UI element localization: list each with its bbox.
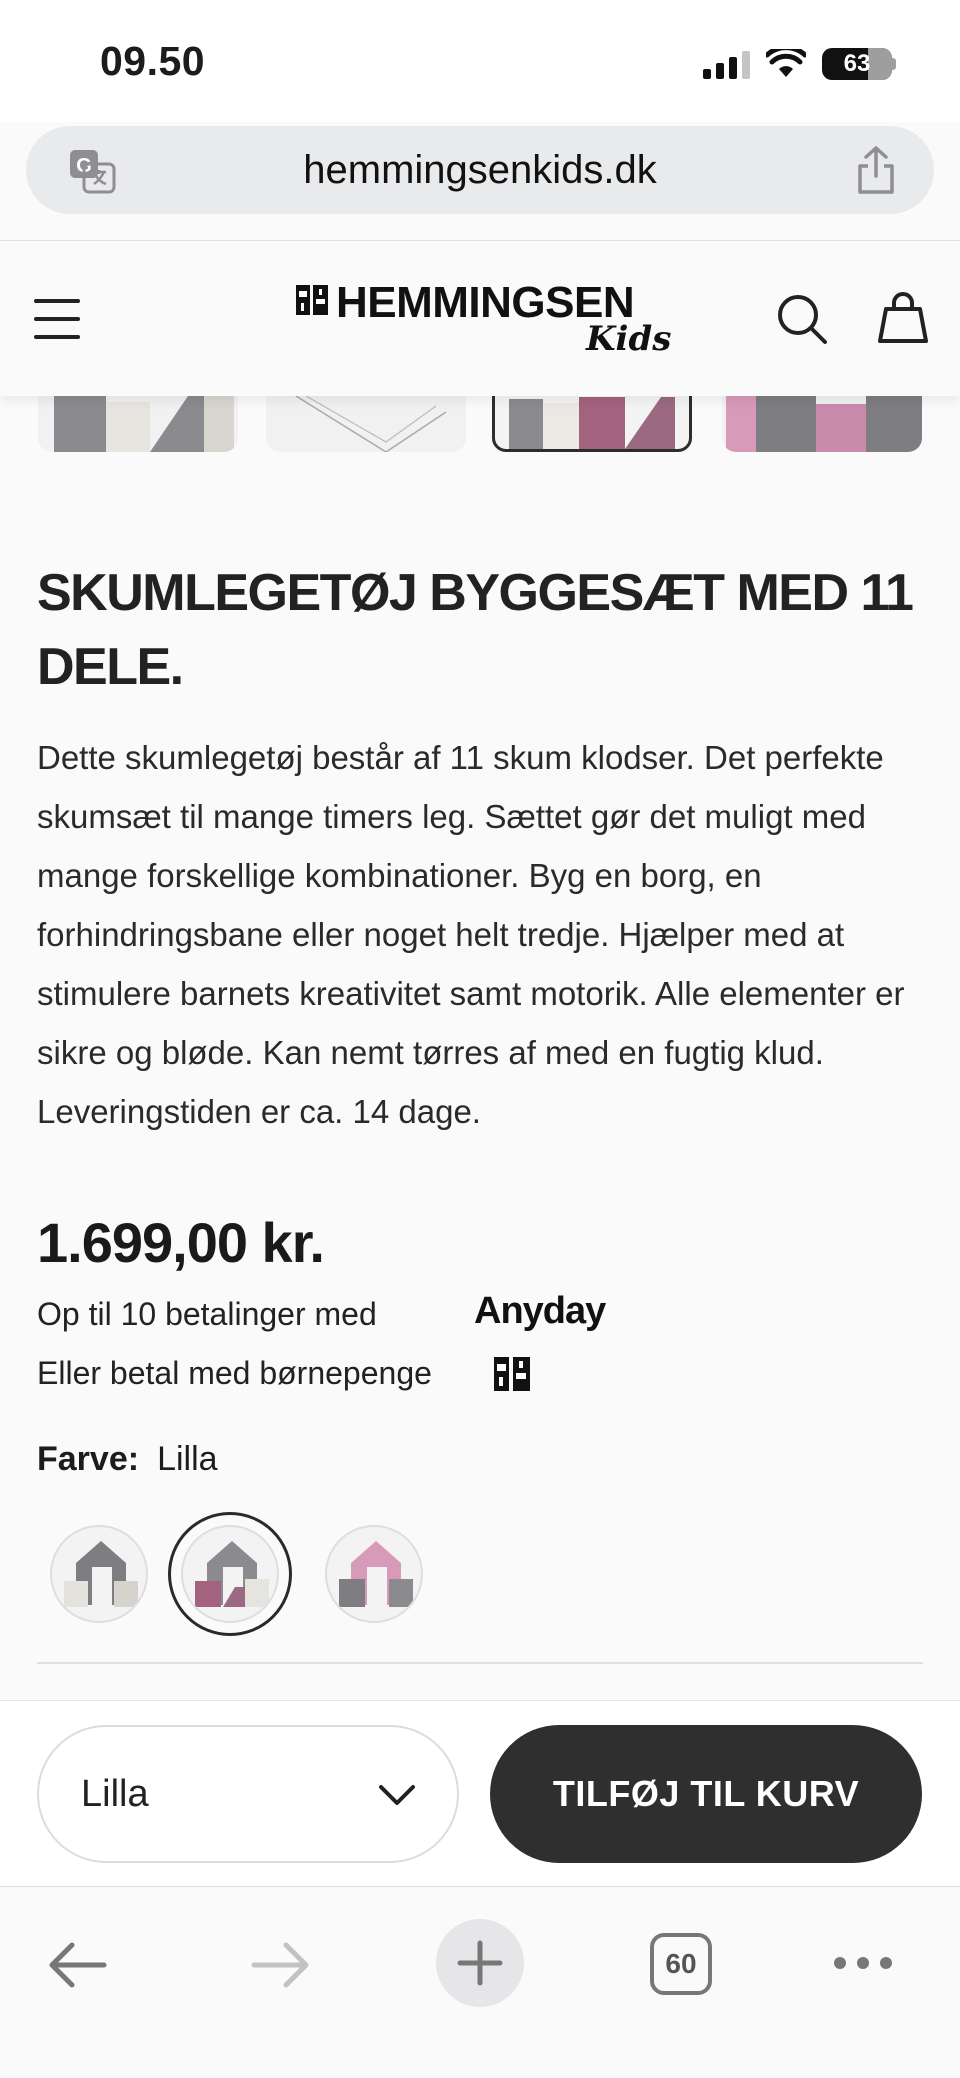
browser-toolbar: 60 [0, 1886, 960, 2078]
site-header: HEMMINGSEN Kids [0, 240, 960, 396]
plus-icon [457, 1940, 503, 1986]
product-title: SKUMLEGETØJ BYGGESÆT MED 11 DELE. [37, 564, 914, 696]
new-tab-button[interactable] [436, 1919, 524, 2007]
color-swatch-pink[interactable] [312, 1512, 436, 1636]
child-benefit-logo-icon [494, 1357, 530, 1391]
translate-icon[interactable]: G [68, 148, 116, 194]
tabs-button[interactable]: 60 [650, 1933, 712, 1995]
thumbnail-1[interactable] [38, 396, 238, 452]
share-icon[interactable] [852, 144, 900, 196]
thumbnail-2[interactable] [266, 396, 466, 452]
color-swatch-grey[interactable] [37, 1512, 161, 1636]
battery-icon: 63 [822, 48, 892, 80]
installments-text: Op til 10 betalinger med [37, 1296, 377, 1332]
sticky-buy-bar: Lilla TILFØJ TIL KURV [0, 1700, 960, 1886]
more-icon[interactable] [834, 1953, 892, 1973]
battery-level: 63 [843, 50, 871, 77]
chevron-down-icon [379, 1785, 415, 1805]
variant-select-value: Lilla [81, 1772, 149, 1815]
cellular-signal-icon [703, 49, 750, 79]
site-logo[interactable]: HEMMINGSEN Kids [296, 281, 676, 361]
back-arrow-icon[interactable] [46, 1939, 110, 1991]
cart-bag-icon[interactable] [876, 289, 930, 345]
color-value: Lilla [157, 1440, 218, 1478]
product-price: 1.699,00 kr. [37, 1211, 325, 1274]
url-text: hemmingsenkids.dk [303, 147, 657, 192]
divider [37, 1662, 923, 1664]
wifi-icon [766, 49, 806, 77]
search-icon[interactable] [776, 293, 828, 345]
thumbnail-3[interactable] [492, 396, 692, 452]
status-bar: 09.50 63 [0, 0, 960, 122]
forward-arrow-icon[interactable] [248, 1939, 312, 1991]
product-description: Dette skumlegetøj består af 11 skum klod… [37, 739, 905, 1130]
logo-subtitle: Kids [586, 319, 672, 359]
color-option-row: Farve: Lilla [37, 1440, 218, 1479]
anyday-logo[interactable]: Anyday [474, 1290, 606, 1333]
color-swatch-lilla[interactable] [168, 1512, 292, 1636]
address-bar[interactable]: G hemmingsenkids.dk [26, 126, 934, 214]
add-to-cart-button[interactable]: TILFØJ TIL KURV [490, 1725, 922, 1863]
status-icons: 63 [703, 44, 896, 84]
status-time: 09.50 [100, 38, 206, 84]
menu-icon[interactable] [34, 299, 80, 339]
variant-select[interactable]: Lilla [37, 1725, 459, 1863]
child-benefit-text: Eller betal med børnepenge [37, 1355, 432, 1391]
logo-mark-icon [296, 285, 328, 315]
image-thumbnails [0, 396, 960, 458]
color-label: Farve: [37, 1440, 140, 1478]
thumbnail-4[interactable] [722, 396, 922, 452]
